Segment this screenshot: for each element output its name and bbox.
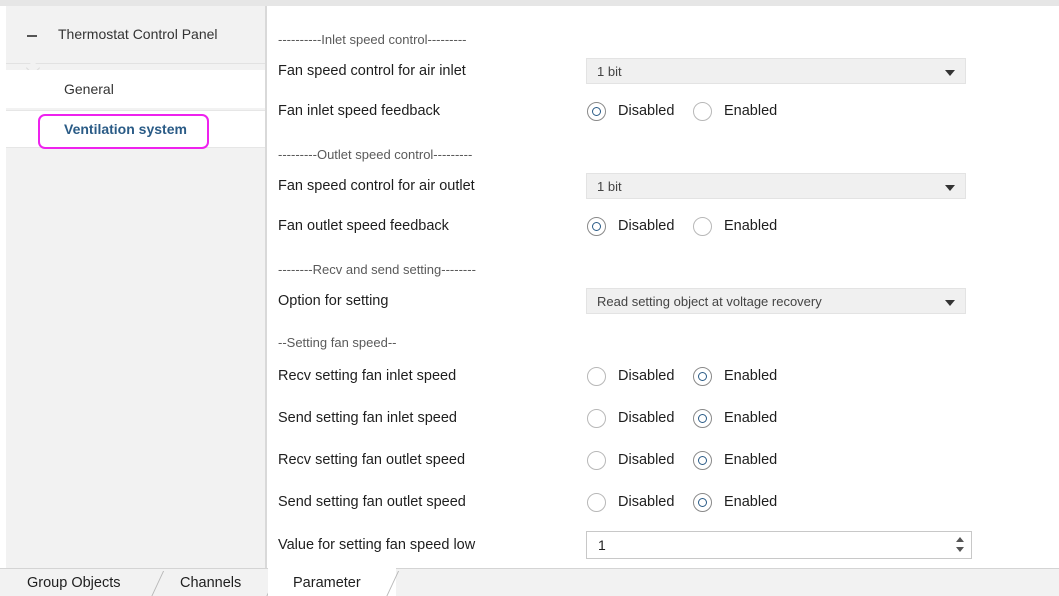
dropdown-value: 1 bit xyxy=(597,64,622,79)
radio-label: Enabled xyxy=(724,368,778,384)
tab-label: Channels xyxy=(180,575,242,591)
option-setting-label: Option for setting xyxy=(278,293,389,309)
radio-label: Disabled xyxy=(618,103,675,119)
collapse-icon[interactable] xyxy=(27,35,37,37)
recv-outlet-radio-group: Disabled Enabled xyxy=(587,450,847,472)
spin-down-icon[interactable] xyxy=(956,547,964,552)
tab-label: Group Objects xyxy=(27,575,121,591)
send-outlet-radio-group: Disabled Enabled xyxy=(587,492,847,514)
recv-inlet-radio-group: Disabled Enabled xyxy=(587,366,847,388)
tab-channels[interactable]: Channels xyxy=(150,569,268,596)
radio-label: Enabled xyxy=(724,410,778,426)
fan-inlet-control-label: Fan speed control for air inlet xyxy=(278,63,466,79)
recv-outlet-label: Recv setting fan outlet speed xyxy=(278,452,466,468)
radio-label: Enabled xyxy=(724,452,778,468)
tab-label: Parameter xyxy=(293,575,361,591)
send-inlet-radio-group: Disabled Enabled xyxy=(587,408,847,430)
radio-label: Disabled xyxy=(618,368,675,384)
radio-label: Enabled xyxy=(724,103,778,119)
radio-circle-icon xyxy=(587,217,606,236)
section-header-inlet: ----------Inlet speed control--------- xyxy=(278,32,467,47)
fan-inlet-feedback-label: Fan inlet speed feedback xyxy=(278,103,441,119)
radio-label: Disabled xyxy=(618,218,675,234)
highlight-box xyxy=(38,114,209,149)
fan-outlet-control-label: Fan speed control for air outlet xyxy=(278,178,475,194)
radio-circle-icon xyxy=(587,102,606,121)
sidebar-item-general[interactable]: General xyxy=(6,70,265,108)
spinner-arrows-icon[interactable] xyxy=(953,535,967,555)
radio-circle-icon xyxy=(693,409,712,428)
fan-inlet-control-dropdown[interactable]: 1 bit xyxy=(586,58,966,84)
tab-group-objects[interactable]: Group Objects xyxy=(0,569,150,596)
radio-label: Enabled xyxy=(724,494,778,510)
tree-header[interactable]: Thermostat Control Panel xyxy=(6,6,265,64)
fan-inlet-feedback-radio-group: Disabled Enabled xyxy=(587,101,847,123)
radio-circle-icon xyxy=(693,451,712,470)
fan-outlet-feedback-label: Fan outlet speed feedback xyxy=(278,218,449,234)
recv-inlet-label: Recv setting fan inlet speed xyxy=(278,368,457,384)
section-header-recv-send: --------Recv and send setting-------- xyxy=(278,262,476,277)
chevron-down-icon xyxy=(945,70,955,76)
chevron-down-icon xyxy=(945,300,955,306)
radio-label: Disabled xyxy=(618,494,675,510)
send-outlet-label: Send setting fan outlet speed xyxy=(278,494,466,510)
dropdown-value: Read setting object at voltage recovery xyxy=(597,294,822,309)
section-header-fan-speed: --Setting fan speed-- xyxy=(278,335,397,350)
radio-circle-icon xyxy=(693,367,712,386)
tree-title: Thermostat Control Panel xyxy=(58,26,218,42)
radio-label: Disabled xyxy=(618,452,675,468)
radio-circle-icon xyxy=(587,367,606,386)
radio-circle-icon xyxy=(693,102,712,121)
speed-low-spinbox[interactable]: 1 xyxy=(586,531,972,559)
send-inlet-label: Send setting fan inlet speed xyxy=(278,410,457,426)
radio-circle-icon xyxy=(693,217,712,236)
radio-label: Enabled xyxy=(724,218,778,234)
radio-circle-icon xyxy=(693,493,712,512)
dropdown-value: 1 bit xyxy=(597,179,622,194)
option-setting-dropdown[interactable]: Read setting object at voltage recovery xyxy=(586,288,966,314)
radio-circle-icon xyxy=(587,451,606,470)
speed-low-label: Value for setting fan speed low xyxy=(278,537,476,553)
spin-up-icon[interactable] xyxy=(956,537,964,542)
spinbox-value: 1 xyxy=(598,537,606,553)
fan-outlet-control-dropdown[interactable]: 1 bit xyxy=(586,173,966,199)
fan-outlet-feedback-radio-group: Disabled Enabled xyxy=(587,216,847,238)
sidebar-item-label: General xyxy=(64,81,114,97)
chevron-down-icon xyxy=(945,185,955,191)
bottom-tab-bar: Group Objects Channels Parameter xyxy=(0,568,1059,596)
tab-parameter[interactable]: Parameter xyxy=(268,568,396,596)
section-header-outlet: ---------Outlet speed control--------- xyxy=(278,147,473,162)
radio-label: Disabled xyxy=(618,410,675,426)
radio-circle-icon xyxy=(587,493,606,512)
sidebar: Thermostat Control Panel General Ventila… xyxy=(6,6,265,568)
radio-circle-icon xyxy=(587,409,606,428)
parameter-panel: ----------Inlet speed control--------- F… xyxy=(267,6,1059,568)
